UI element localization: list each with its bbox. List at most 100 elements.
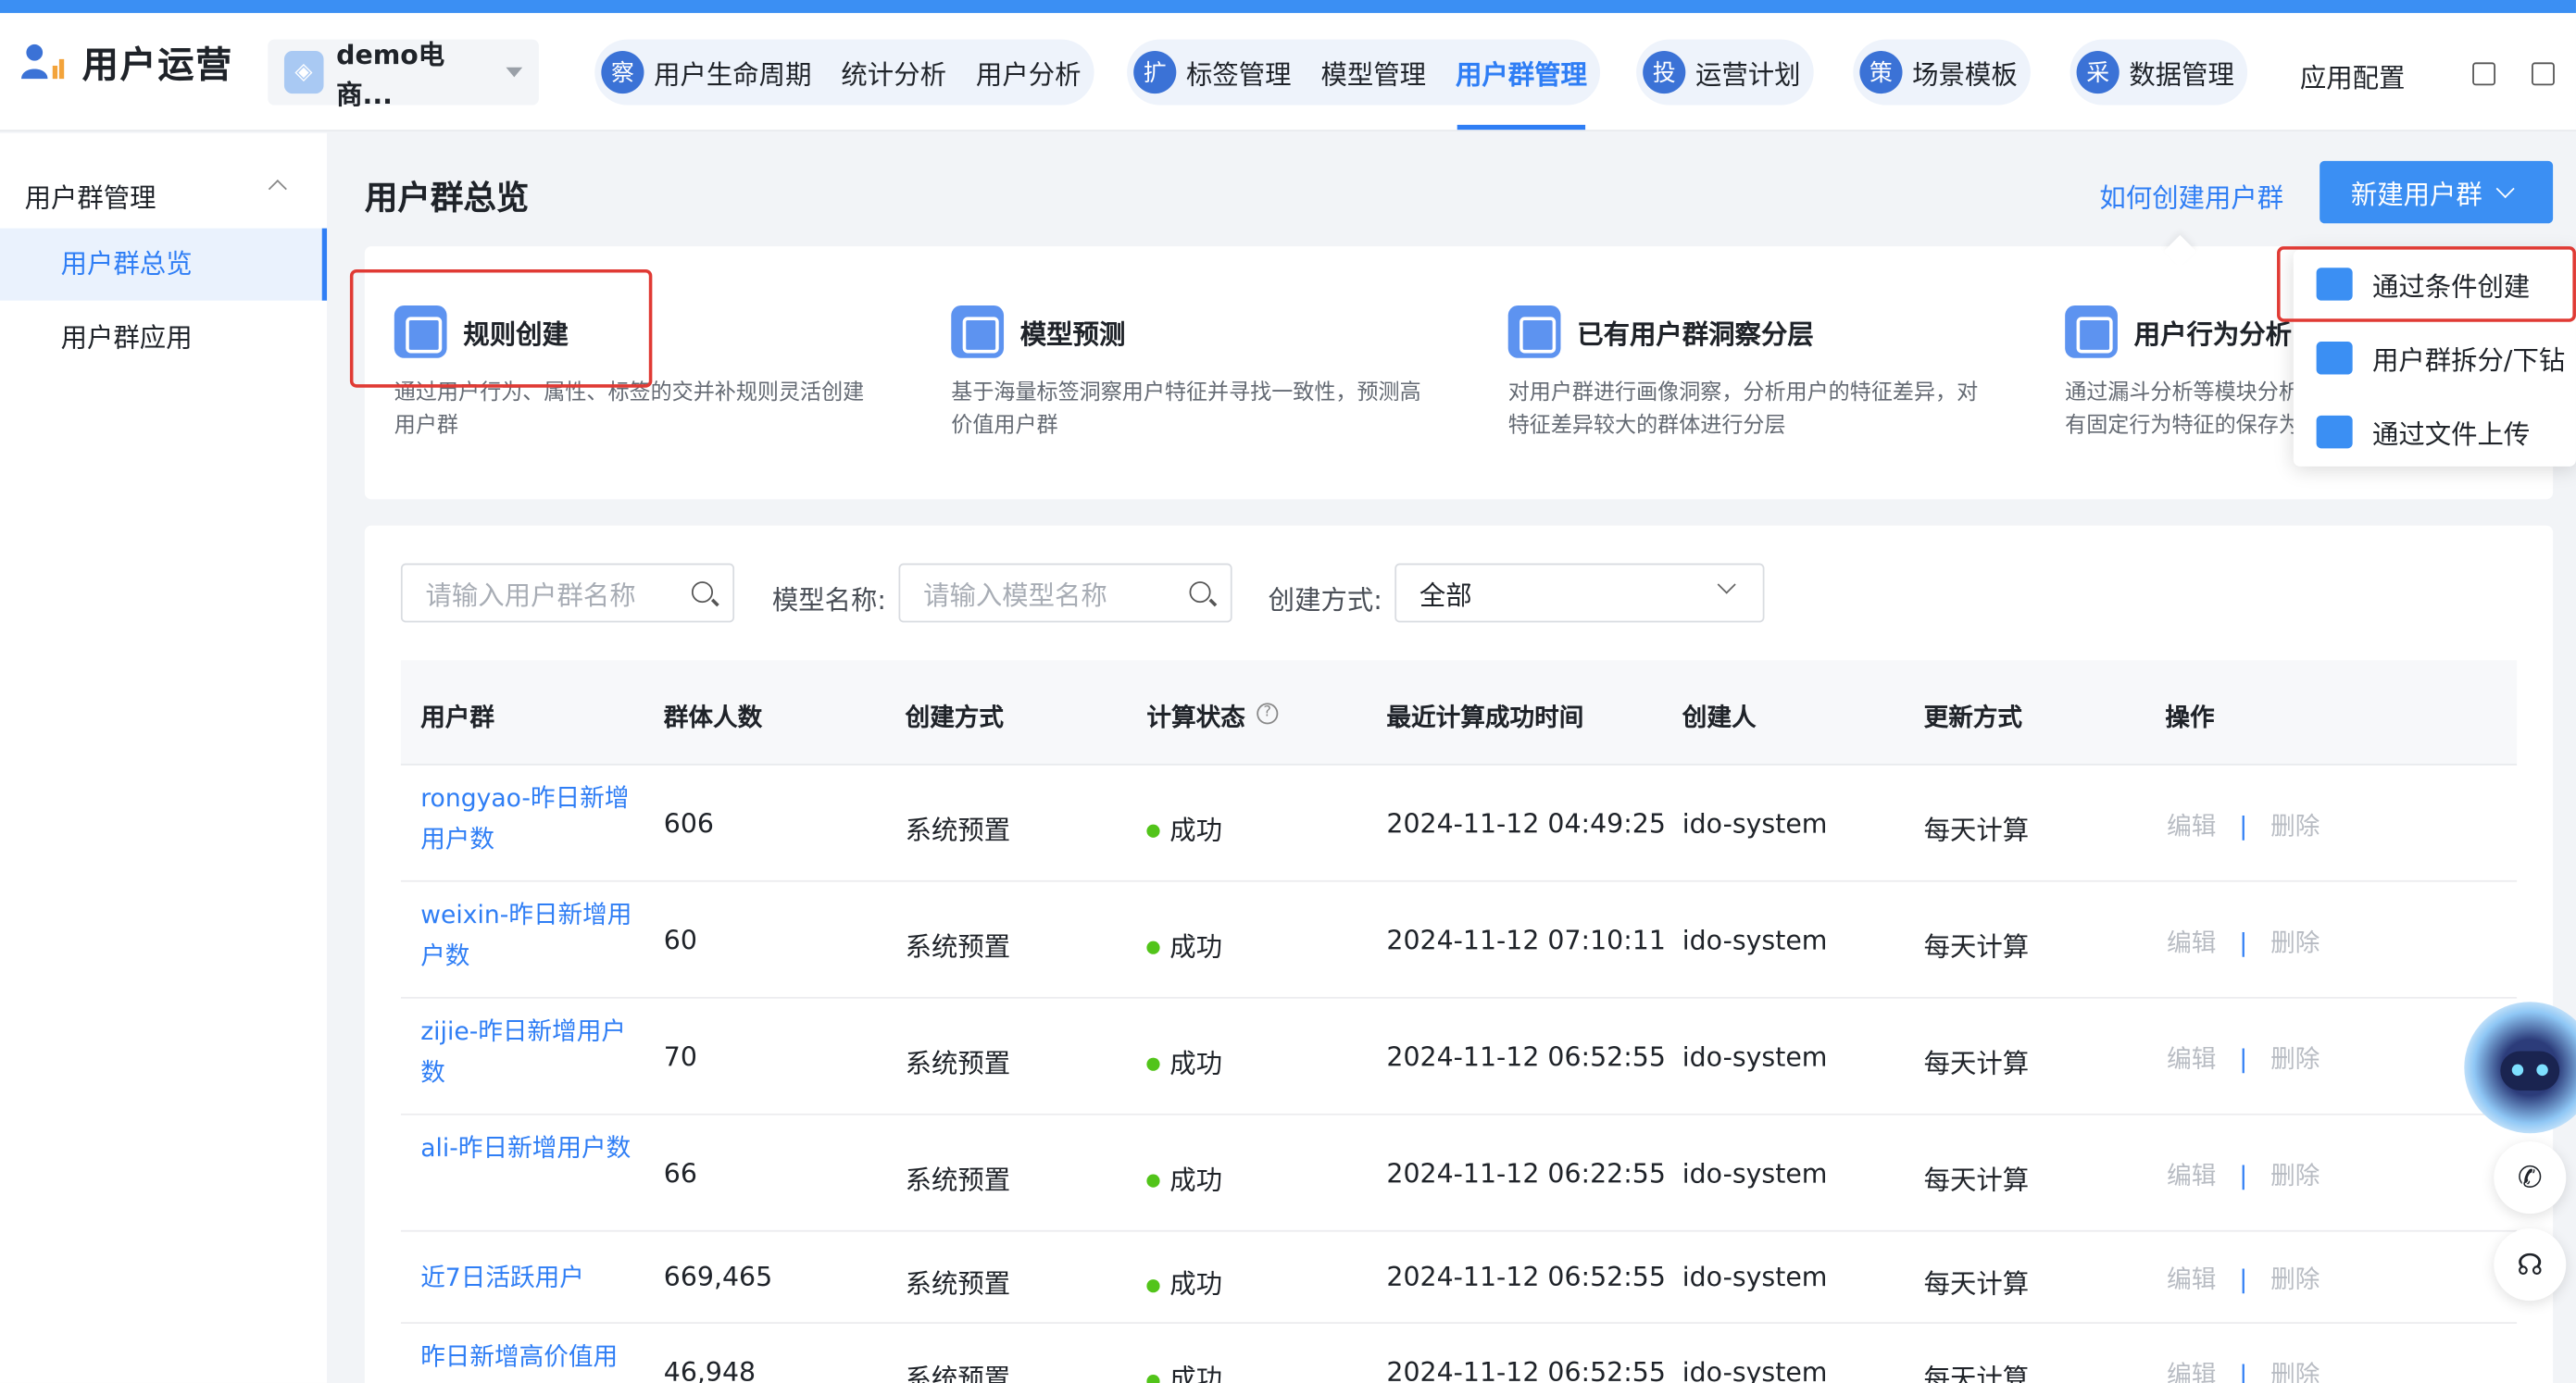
nav-badge-collect: 采 <box>2076 51 2120 94</box>
table-row: 昨日新增高价值用 46,948 系统预置 成功 2024-11-12 06:52:55 i… <box>401 1324 2517 1383</box>
delete-link[interactable]: 删除 <box>2270 928 2320 957</box>
search-icon[interactable] <box>691 581 714 604</box>
delete-link[interactable]: 删除 <box>2270 1360 2320 1383</box>
update-method: 每天计算 <box>1923 1164 2030 1195</box>
group-count: 66 <box>663 1156 697 1189</box>
edit-link[interactable]: 编辑 <box>2167 1360 2216 1383</box>
last-success-time: 2024-11-12 06:22:55 <box>1386 1156 1666 1189</box>
last-success-time: 2024-11-12 07:10:11 <box>1386 923 1666 955</box>
calc-status: 成功 <box>1146 1356 1222 1383</box>
status-text: 成功 <box>1169 1363 1223 1383</box>
search-placeholder: 请输入用户群名称 <box>425 579 636 612</box>
nav-item-app-config[interactable]: 应用配置 <box>2300 56 2406 95</box>
project-selector[interactable]: ◈ demo电商... <box>268 39 539 110</box>
nav-group-expand: 扩 标签管理 模型管理 用户群管理 <box>1127 39 1601 106</box>
create-method-select[interactable]: 全部 <box>1394 563 1765 623</box>
new-user-group-button[interactable]: 新建用户群 <box>2320 160 2554 224</box>
card-insight-layering[interactable]: 已有用户群洞察分层 对用户群进行画像洞察，分析用户的特征差异，对特征差异较大的群… <box>1479 305 1978 443</box>
row-actions: 编辑 | 删除 <box>2167 924 2320 958</box>
user-card-icon <box>1507 305 1561 358</box>
status-text: 成功 <box>1169 1267 1223 1300</box>
user-group-name-link[interactable]: 近7日活跃用户 <box>420 1258 634 1299</box>
sidebar-item-apps[interactable]: 用户群应用 <box>0 302 327 374</box>
column-header: 更新方式 <box>1923 703 2023 733</box>
row-actions: 编辑 | 删除 <box>2167 1262 2320 1296</box>
status-text: 成功 <box>1169 814 1223 845</box>
action-separator: | <box>2239 1043 2248 1074</box>
nav-group-deliver: 投 运营计划 <box>1636 39 1814 106</box>
nav-group-insight: 察 用户生命周期 统计分析 用户分析 <box>594 39 1094 106</box>
table-row: rongyao-昨日新增用户数 606 系统预置 成功 2024-11-12 04:49… <box>400 766 2518 882</box>
card-title: 模型预测 <box>1019 318 1126 350</box>
dropdown-item-split[interactable]: 用户群拆分/下钻 <box>2294 324 2576 393</box>
delete-link[interactable]: 删除 <box>2270 811 2320 841</box>
app-title: 用户运营 <box>81 45 233 88</box>
nav-item-stats[interactable]: 统计分析 <box>841 53 946 93</box>
user-group-name-link[interactable]: rongyao-昨日新增用户数 <box>420 779 634 861</box>
nav-item-tags[interactable]: 标签管理 <box>1186 53 1292 93</box>
user-group-name-link[interactable]: 昨日新增高价值用 <box>420 1337 634 1377</box>
create-method-label: 创建方式: <box>1268 584 1382 617</box>
column-header: 创建人 <box>1682 703 1757 733</box>
edit-link[interactable]: 编辑 <box>2167 1160 2216 1190</box>
highlight-rule-create <box>349 268 653 388</box>
document-icon[interactable] <box>2472 62 2496 86</box>
network-icon <box>951 305 1005 358</box>
status-text: 成功 <box>1169 930 1223 962</box>
status-text: 成功 <box>1169 1047 1223 1078</box>
select-value: 全部 <box>1419 579 1472 612</box>
user-ops-icon <box>19 40 69 86</box>
nav-badge-insight: 察 <box>601 51 644 94</box>
nav-item-lifecycle[interactable]: 用户生命周期 <box>654 53 811 93</box>
nav-item-user-groups[interactable]: 用户群管理 <box>1456 53 1587 93</box>
fullscreen-icon[interactable] <box>2532 62 2555 86</box>
creator: ido-system <box>1682 1261 1828 1293</box>
edit-link[interactable]: 编辑 <box>2167 928 2216 957</box>
delete-link[interactable]: 删除 <box>2270 1160 2320 1190</box>
chevron-up-icon[interactable] <box>268 179 287 199</box>
group-name-search-input[interactable]: 请输入用户群名称 <box>400 563 735 623</box>
last-success-time: 2024-11-12 06:52:55 <box>1386 1356 1666 1383</box>
action-separator: | <box>2239 927 2248 957</box>
search-icon[interactable] <box>1189 581 1211 604</box>
column-header: 最近计算成功时间 <box>1386 703 1584 733</box>
nav-item-scene-templates[interactable]: 场景模板 <box>1912 53 2018 93</box>
action-separator: | <box>2239 810 2248 841</box>
table-row: zijie-昨日新增用户数 70 系统预置 成功 2024-11-12 06:52:55… <box>400 999 2518 1115</box>
cube-icon: ◈ <box>283 51 323 94</box>
delete-link[interactable]: 删除 <box>2270 1265 2320 1294</box>
card-desc: 通过漏斗分析等模块分析有固定行为特征的保存为 <box>2065 380 2299 439</box>
nav-item-models[interactable]: 模型管理 <box>1320 53 1426 93</box>
last-success-time: 2024-11-12 04:49:25 <box>1386 807 1666 839</box>
sidebar-header[interactable]: 用户群管理 <box>25 176 156 216</box>
sidebar-item-overview[interactable]: 用户群总览 <box>0 228 328 301</box>
card-model-predict[interactable]: 模型预测 基于海量标签洞察用户特征并寻找一致性，预测高价值用户群 <box>921 305 1421 443</box>
model-name-search-input[interactable]: 请输入模型名称 <box>898 563 1232 623</box>
nav-active-underline <box>1457 124 1586 131</box>
nav-item-user-analysis[interactable]: 用户分析 <box>976 53 1082 93</box>
calc-status: 成功 <box>1146 1157 1222 1197</box>
delete-link[interactable]: 删除 <box>2270 1044 2320 1074</box>
nav-item-ops-plan[interactable]: 运营计划 <box>1695 53 1801 93</box>
edit-link[interactable]: 编辑 <box>2167 1265 2216 1294</box>
card-desc: 基于海量标签洞察用户特征并寻找一致性，预测高价值用户群 <box>951 380 1421 439</box>
edit-link[interactable]: 编辑 <box>2167 811 2216 841</box>
column-header: 用户群 <box>420 703 495 733</box>
help-icon[interactable]: ? <box>1257 703 1279 725</box>
wechat-icon[interactable]: ✆ <box>2494 1141 2567 1215</box>
chevron-down-icon <box>1717 575 1736 594</box>
user-group-name-link[interactable]: weixin-昨日新增用户数 <box>420 895 634 978</box>
edit-link[interactable]: 编辑 <box>2167 1044 2216 1074</box>
dropdown-item-upload[interactable]: 通过文件上传 <box>2294 397 2576 467</box>
user-group-name-link[interactable]: zijie-昨日新增用户数 <box>420 1012 634 1094</box>
user-group-name-link[interactable]: ali-昨日新增用户数 <box>420 1128 634 1169</box>
funnel-icon <box>2065 305 2118 358</box>
nav-item-data-mgmt[interactable]: 数据管理 <box>2129 53 2234 93</box>
dropdown-item-label: 通过文件上传 <box>2371 418 2531 451</box>
how-to-create-link[interactable]: 如何创建用户群 <box>2099 176 2283 216</box>
column-header: 群体人数 <box>663 703 763 733</box>
status-dot <box>1146 941 1160 954</box>
headset-icon[interactable]: ☊ <box>2494 1228 2567 1302</box>
nav-group-collect: 采 数据管理 <box>2070 39 2248 106</box>
card-behavior-analysis[interactable]: 用户行为分析 通过漏斗分析等模块分析有固定行为特征的保存为 <box>2035 305 2298 443</box>
